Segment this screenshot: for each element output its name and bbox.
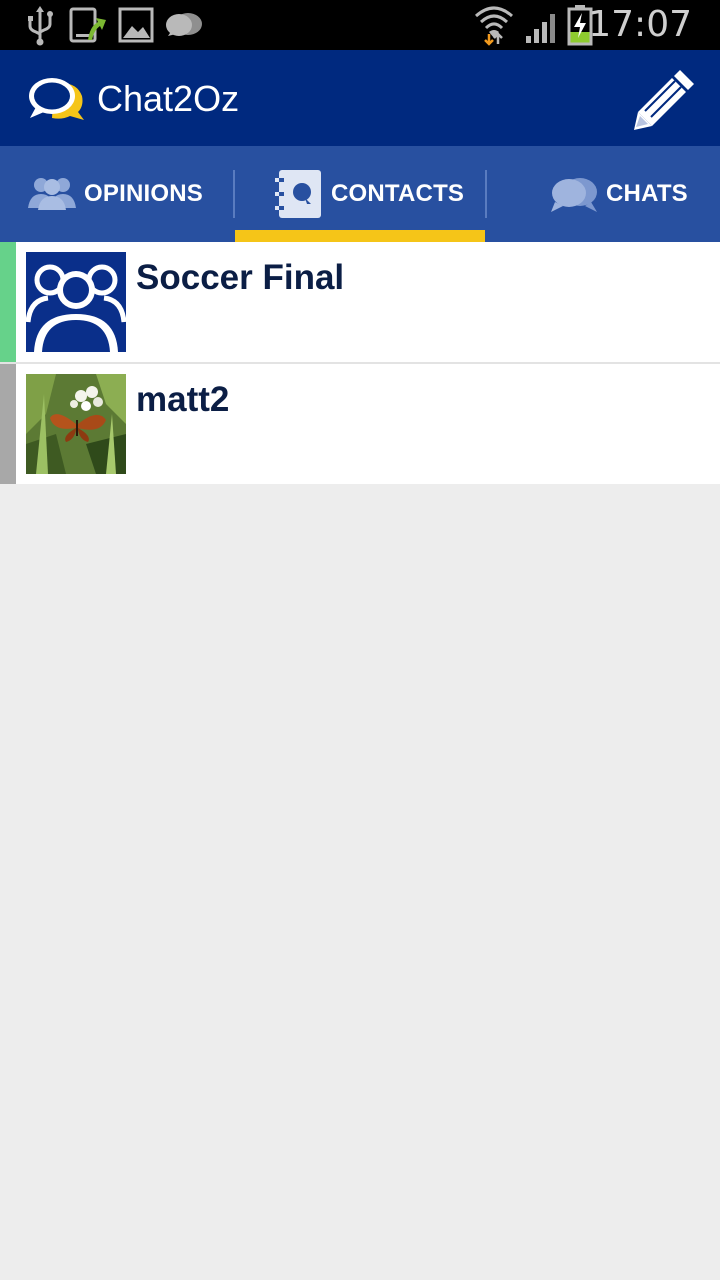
status-strip xyxy=(0,364,16,484)
phone-update-icon xyxy=(69,7,106,43)
compose-button[interactable] xyxy=(630,64,700,134)
app-title: Chat2Oz xyxy=(97,78,240,119)
list-item[interactable]: matt2 xyxy=(0,364,720,484)
contact-name: Soccer Final xyxy=(136,258,345,297)
app-bar: Chat2Oz xyxy=(0,50,720,146)
signal-icon xyxy=(526,14,555,43)
people-icon xyxy=(28,178,76,210)
status-bar: 17:07 xyxy=(0,0,720,50)
image-icon xyxy=(118,7,154,43)
group-avatar-icon xyxy=(26,252,126,352)
tab-label: CONTACTS xyxy=(331,180,465,207)
tab-label: OPINIONS xyxy=(84,180,203,207)
tab-bar: OPINIONS CONTACTS CHATS xyxy=(0,146,720,242)
contact-name: matt2 xyxy=(136,380,230,419)
contact-list: Soccer Final matt2 xyxy=(0,242,720,484)
tab-chats[interactable]: CHATS xyxy=(487,146,720,242)
chat-bubbles-icon xyxy=(551,178,597,212)
tab-opinions[interactable]: OPINIONS xyxy=(0,146,234,242)
contacts-book-icon xyxy=(275,170,321,218)
pencil-icon xyxy=(634,70,694,130)
tab-label: CHATS xyxy=(606,180,688,207)
tab-contacts[interactable]: CONTACTS xyxy=(235,146,485,242)
chat-bubbles-logo-icon xyxy=(29,78,84,120)
wifi-icon xyxy=(475,6,513,46)
butterfly-photo xyxy=(26,374,126,474)
status-strip xyxy=(0,242,16,362)
list-item[interactable]: Soccer Final xyxy=(0,242,720,362)
chat-notification-icon xyxy=(166,13,202,36)
usb-icon xyxy=(28,6,53,46)
clock: 17:07 xyxy=(588,4,692,45)
selected-tab-indicator xyxy=(235,230,485,242)
